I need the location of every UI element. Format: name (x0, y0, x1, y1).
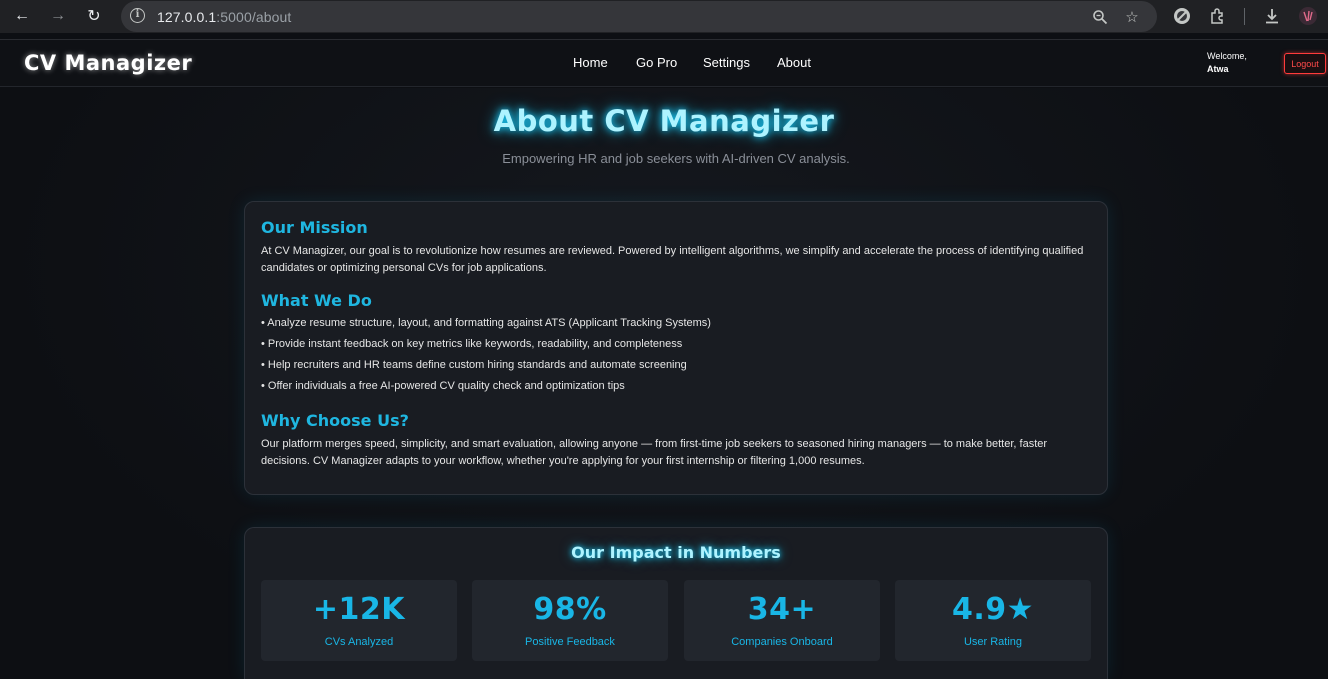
stat-value: 98% (533, 592, 607, 627)
site-info-icon[interactable]: i (130, 8, 145, 23)
mission-heading: Our Mission (261, 218, 368, 237)
what-we-do-heading: What We Do (261, 291, 372, 310)
url-text[interactable]: 127.0.0.1:5000/about (157, 9, 291, 25)
stat-label: User Rating (963, 636, 1023, 648)
nav-link-go-pro[interactable]: Go Pro (636, 55, 677, 70)
stat-label: Companies Onboard (731, 636, 833, 648)
about-card: Our Mission At CV Managizer, our goal is… (244, 201, 1108, 495)
nav-link-about[interactable]: About (777, 55, 811, 70)
browser-toolbar: ← → ↻ i 127.0.0.1:5000/about ☆ (0, 0, 1328, 33)
stat-value: 4.9★ (951, 592, 1035, 627)
page-subtitle: Empowering HR and job seekers with AI-dr… (502, 151, 850, 166)
stat-card-cvs: +12K CVs Analyzed (261, 580, 457, 661)
toolbar-divider (1244, 8, 1245, 25)
address-bar[interactable]: i 127.0.0.1:5000/about ☆ (121, 1, 1157, 32)
zoom-icon[interactable] (1090, 7, 1110, 27)
app-navbar: CV Managizer Home Go Pro Settings About … (0, 39, 1328, 87)
impact-card: Our Impact in Numbers +12K CVs Analyzed … (244, 527, 1108, 679)
nav-link-settings[interactable]: Settings (703, 55, 750, 70)
list-item: • Provide instant feedback on key metric… (261, 338, 683, 350)
why-choose-us-heading: Why Choose Us? (261, 411, 409, 430)
site-logo[interactable]: CV Managizer (24, 51, 192, 75)
list-item: • Help recruiters and HR teams define cu… (261, 359, 687, 371)
mission-text: At CV Managizer, our goal is to revoluti… (261, 245, 1084, 274)
stat-value: +12K (312, 592, 406, 627)
welcome-text: Welcome, Atwa (1207, 50, 1247, 76)
download-icon[interactable] (1261, 5, 1283, 27)
page-title: About CV Managizer (493, 104, 835, 138)
why-text: Our platform merges speed, simplicity, a… (261, 438, 1048, 467)
stat-card-feedback: 98% Positive Feedback (472, 580, 668, 661)
reload-icon[interactable]: ↻ (81, 3, 107, 29)
forward-arrow-icon[interactable]: → (45, 3, 71, 29)
puzzle-extensions-icon[interactable] (1207, 5, 1229, 27)
list-item: • Analyze resume structure, layout, and … (261, 317, 711, 329)
logout-button[interactable]: Logout (1284, 53, 1326, 74)
stat-label: Positive Feedback (525, 636, 615, 648)
welcome-label: Welcome, (1207, 51, 1247, 61)
stat-card-rating: 4.9★ User Rating (895, 580, 1091, 661)
stat-label: CVs Analyzed (324, 636, 394, 648)
username: Atwa (1207, 64, 1229, 74)
extension-icon[interactable] (1171, 5, 1193, 27)
back-arrow-icon[interactable]: ← (9, 3, 35, 29)
impact-title: Our Impact in Numbers (571, 543, 781, 562)
stat-value: 34+ (747, 592, 817, 627)
profile-avatar-icon[interactable] (1297, 5, 1319, 27)
nav-link-home[interactable]: Home (573, 55, 608, 70)
stat-card-companies: 34+ Companies Onboard (684, 580, 880, 661)
bookmark-star-icon[interactable]: ☆ (1122, 7, 1142, 27)
list-item: • Offer individuals a free AI-powered CV… (261, 380, 625, 392)
